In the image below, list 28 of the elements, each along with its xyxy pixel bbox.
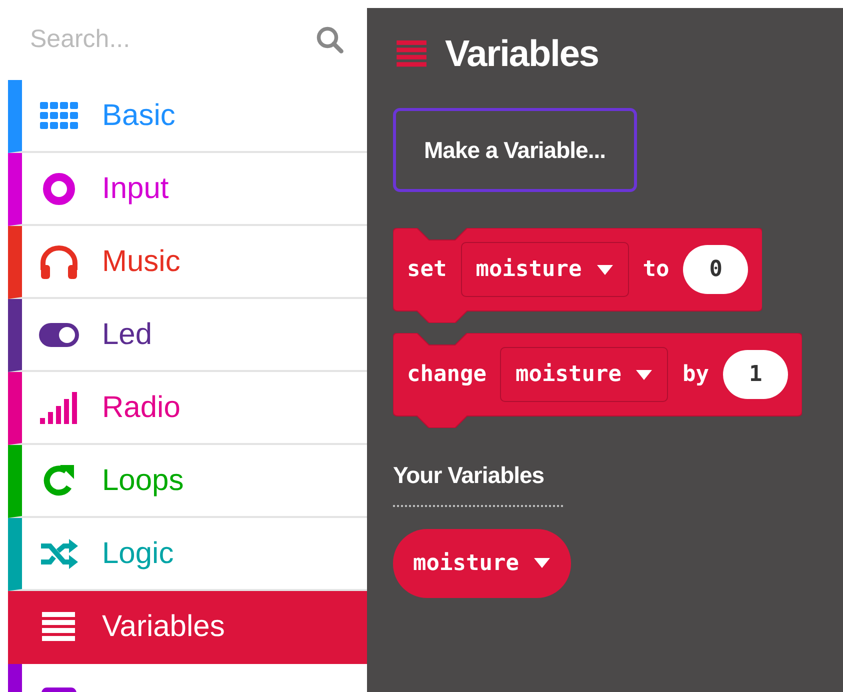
category-label: Logic bbox=[102, 536, 174, 572]
block-keyword: to bbox=[642, 256, 670, 284]
category-label: Variables bbox=[102, 609, 225, 645]
code-block[interactable] bbox=[393, 228, 762, 323]
variable-dropdown[interactable]: moisture bbox=[500, 347, 668, 402]
variable-dropdown[interactable]: moisture bbox=[460, 242, 629, 297]
block-keyword: by bbox=[682, 361, 709, 389]
search-field[interactable]: Search... bbox=[30, 21, 315, 59]
category-label: Loops bbox=[102, 463, 184, 499]
category-item[interactable]: Variables bbox=[8, 591, 367, 664]
block-keyword: set bbox=[407, 256, 447, 284]
signal-icon bbox=[38, 390, 80, 426]
variable-pill[interactable]: moisture bbox=[393, 528, 571, 598]
block-keyword: change bbox=[407, 361, 486, 389]
category-label: Music bbox=[102, 244, 180, 280]
caret-icon bbox=[596, 264, 614, 276]
category-label: Basic bbox=[102, 98, 176, 134]
code-block[interactable] bbox=[393, 333, 802, 428]
category-label: Led bbox=[102, 317, 152, 353]
caret-icon bbox=[532, 557, 551, 569]
section-label: Your Variables bbox=[393, 461, 546, 490]
category-label: Input bbox=[102, 171, 169, 207]
caret-icon bbox=[635, 368, 654, 380]
headphones-icon bbox=[38, 244, 80, 280]
search-icon[interactable] bbox=[315, 25, 345, 55]
category-label: Radio bbox=[102, 390, 180, 426]
flyout-title: Variables bbox=[445, 32, 599, 76]
make-variable-button[interactable]: Make a Variable... bbox=[393, 108, 637, 192]
